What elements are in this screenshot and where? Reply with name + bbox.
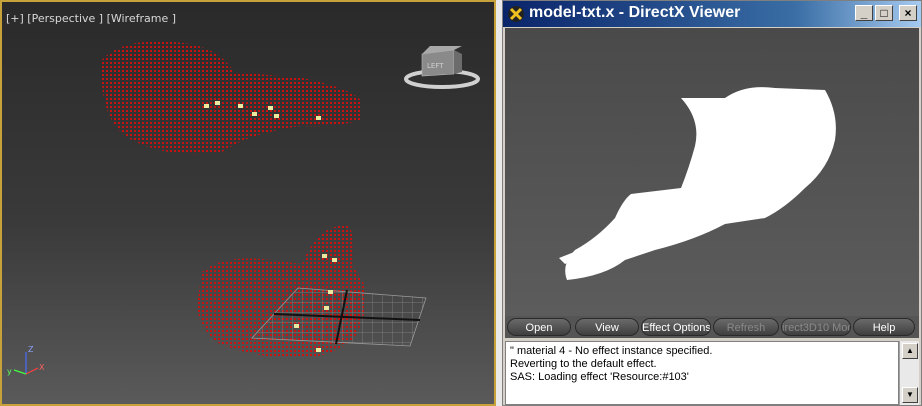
view-button[interactable]: View	[575, 318, 639, 336]
svg-text:Z: Z	[28, 345, 34, 354]
minimize-button[interactable]: _	[855, 5, 873, 21]
rendered-model	[559, 87, 836, 280]
viewport-scene: LEFT Z X y	[7, 41, 480, 376]
refresh-button[interactable]: Refresh	[713, 318, 779, 336]
svg-text:y: y	[7, 367, 12, 376]
render-area[interactable]	[505, 28, 919, 316]
svg-text:X: X	[39, 363, 45, 372]
log-line: Reverting to the default effect.	[510, 358, 657, 370]
scroll-down-icon[interactable]: ▼	[902, 387, 918, 403]
direct3d10-mode-button[interactable]: irect3D10 Mod	[781, 318, 851, 336]
perspective-viewport[interactable]: LEFT Z X y [+] [Perspective ] [Wireframe…	[0, 0, 496, 406]
directx-app-icon	[508, 6, 524, 22]
close-button[interactable]: ×	[899, 5, 917, 21]
directx-viewer-window: model-txt.x - DirectX Viewer _ □ × Open …	[502, 0, 922, 406]
scroll-up-icon[interactable]: ▲	[902, 343, 918, 359]
viewcube-icon: LEFT	[404, 46, 480, 89]
open-button[interactable]: Open	[507, 318, 571, 336]
viewport-label[interactable]: [+] [Perspective ] [Wireframe ]	[6, 12, 176, 25]
log-scrollbar[interactable]: ▲ ▼	[899, 341, 919, 405]
wireframe-model-upper	[101, 41, 362, 155]
help-button[interactable]: Help	[853, 318, 915, 336]
viewcube-face-label: LEFT	[427, 62, 444, 70]
output-log[interactable]: " material 4 - No effect instance specif…	[505, 341, 899, 405]
effect-options-button[interactable]: Effect Options	[641, 318, 711, 336]
log-line: SAS: Loading effect 'Resource:#103'	[510, 371, 689, 383]
maximize-button[interactable]: □	[875, 5, 893, 21]
toolbar: Open View Effect Options Refresh irect3D…	[505, 316, 919, 338]
title-bar[interactable]: model-txt.x - DirectX Viewer _ □ ×	[503, 1, 921, 27]
log-line: " material 4 - No effect instance specif…	[510, 345, 713, 357]
window-title: model-txt.x - DirectX Viewer	[529, 4, 741, 21]
axis-tripod-icon: Z X y	[7, 345, 45, 376]
